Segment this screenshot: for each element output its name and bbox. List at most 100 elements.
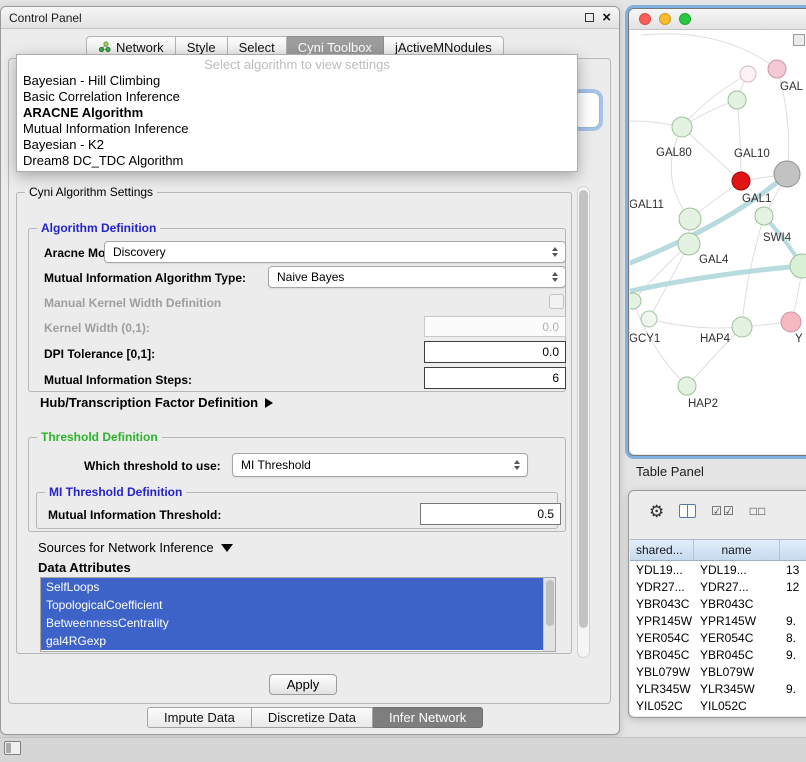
network-edge: [630, 266, 802, 291]
algorithm-option-dream8-dc-tdc-algorithm[interactable]: Dream8 DC_TDC Algorithm: [17, 153, 577, 169]
table-row[interactable]: YPR145WYPR145W9.: [630, 612, 806, 629]
data-attributes-list: SelfLoopsTopologicalCoefficientBetweenne…: [41, 578, 555, 650]
threshold-definition-title: Threshold Definition: [37, 430, 162, 444]
tab-label: Style: [187, 40, 216, 55]
network-edge: [737, 100, 741, 181]
table-cell: YDR27...: [630, 578, 694, 595]
sources-expander[interactable]: Sources for Network Inference: [38, 540, 233, 555]
algorithm-option-basic-correlation-inference[interactable]: Basic Correlation Inference: [17, 89, 577, 105]
close-traffic-light-icon[interactable]: [639, 13, 651, 25]
algorithm-option-bayesian-hill-climbing[interactable]: Bayesian - Hill Climbing: [17, 73, 577, 89]
table-row[interactable]: YDR27...YDR27...12: [630, 578, 806, 595]
table-cell: YDL19...: [630, 561, 694, 578]
attribute-item-selfloops[interactable]: SelfLoops: [41, 578, 543, 596]
table-row[interactable]: YBL079WYBL079W: [630, 663, 806, 680]
mi-algorithm-type-label: Mutual Information Algorithm Type:: [44, 271, 246, 285]
table-row[interactable]: YBR043CYBR043C: [630, 595, 806, 612]
settings-scrollbar[interactable]: [577, 186, 590, 658]
settings-scrollbar-thumb[interactable]: [579, 190, 588, 628]
network-icon: [98, 41, 111, 53]
mi-steps-input[interactable]: 6: [424, 367, 566, 389]
network-node[interactable]: [740, 66, 756, 82]
network-node[interactable]: [679, 208, 701, 230]
network-node[interactable]: [732, 317, 752, 337]
minimize-traffic-light-icon[interactable]: [659, 13, 671, 25]
table-row[interactable]: YLR345WYLR345W9.: [630, 680, 806, 697]
bottom-tab-infer-network[interactable]: Infer Network: [373, 707, 483, 728]
attributes-scrollbar[interactable]: [543, 578, 555, 651]
which-threshold-select[interactable]: MI Threshold: [232, 453, 528, 477]
table-cell: YBL079W: [694, 663, 780, 680]
network-edge: [671, 127, 690, 219]
network-node[interactable]: [630, 293, 641, 309]
network-node[interactable]: [755, 207, 773, 225]
algorithm-option-mutual-information-inference[interactable]: Mutual Information Inference: [17, 121, 577, 137]
bottom-tab-discretize-data[interactable]: Discretize Data: [252, 707, 373, 728]
network-node[interactable]: [678, 233, 700, 255]
column-header-extra[interactable]: [780, 540, 806, 560]
table-panel-window: ⚙ ☑☑ □□ shared...name YDL19...YDL19...13YD…: [628, 490, 806, 718]
aracne-mode-select[interactable]: Discovery: [104, 241, 566, 263]
dpi-tolerance-label: DPI Tolerance [0,1]:: [44, 347, 155, 361]
table-row[interactable]: YER054CYER054C8.: [630, 629, 806, 646]
zoom-traffic-light-icon[interactable]: [679, 13, 691, 25]
network-node[interactable]: [768, 60, 786, 78]
column-layout-icon[interactable]: [679, 504, 696, 518]
bottom-tab-impute-data[interactable]: Impute Data: [147, 707, 252, 728]
algorithm-option-aracne-algorithm[interactable]: ARACNE Algorithm: [17, 105, 577, 121]
apply-button[interactable]: Apply: [269, 674, 337, 695]
attribute-item-gal4rgexp[interactable]: gal4RGexp: [41, 632, 543, 650]
mi-threshold-group-title: MI Threshold Definition: [45, 485, 186, 499]
table-cell: YDR27...: [694, 578, 780, 595]
table-row[interactable]: YDL19...YDL19...13: [630, 561, 806, 578]
table-panel-title: Table Panel: [636, 464, 704, 479]
manual-kernel-width-checkbox[interactable]: [549, 294, 564, 309]
algorithm-definition-title: Algorithm Definition: [37, 221, 160, 235]
clear-all-checkboxes-icon[interactable]: □□: [750, 504, 767, 518]
attribute-item-betweennesscentrality[interactable]: BetweennessCentrality: [41, 614, 543, 632]
chevron-updown-icon: [510, 460, 524, 470]
bottom-dock-strip: [0, 737, 806, 762]
dpi-tolerance-input[interactable]: 0.0: [424, 341, 566, 363]
algorithm-popup-list: Bayesian - Hill ClimbingBasic Correlatio…: [17, 73, 577, 169]
algorithm-dropdown-popup: Select algorithm to view settings Bayesi…: [16, 54, 578, 172]
table-toolbar: ⚙ ☑☑ □□: [649, 500, 766, 522]
birdseye-toggle-icon[interactable]: [793, 34, 805, 46]
network-node[interactable]: [790, 254, 806, 278]
mi-algorithm-type-select[interactable]: Naive Bayes: [268, 266, 566, 288]
hub-definition-expander[interactable]: Hub/Transcription Factor Definition: [40, 395, 273, 410]
network-node[interactable]: [774, 161, 800, 187]
algorithm-option-bayesian-k2[interactable]: Bayesian - K2: [17, 137, 577, 153]
attributes-scrollbar-thumb[interactable]: [546, 580, 554, 626]
kernel-width-input[interactable]: 0.0: [424, 316, 566, 337]
table-cell: YPR145W: [694, 612, 780, 629]
column-header-name[interactable]: name: [694, 540, 780, 560]
kernel-width-label: Kernel Width (0,1):: [44, 321, 150, 335]
control-panel-dock-icon[interactable]: [4, 741, 21, 755]
network-canvas[interactable]: GAL80GAL10GAL11GAL1SWI4GAL4GCY1HAP4HAP2G…: [630, 30, 806, 454]
tab-label: jActiveMNodules: [395, 40, 492, 55]
select-all-checkboxes-icon[interactable]: ☑☑: [711, 504, 735, 518]
table-row[interactable]: YIL052CYIL052C: [630, 697, 806, 714]
which-threshold-value: MI Threshold: [241, 458, 510, 472]
network-node[interactable]: [781, 312, 801, 332]
network-edge: [649, 319, 742, 328]
network-node[interactable]: [732, 172, 750, 190]
column-header-shared[interactable]: shared...: [630, 540, 694, 560]
network-node[interactable]: [641, 311, 657, 327]
window-title: Control Panel: [9, 11, 82, 25]
close-icon[interactable]: ×: [602, 12, 611, 24]
table-row[interactable]: YBR045CYBR045C9.: [630, 646, 806, 663]
dpi-tolerance-value: 0.0: [542, 345, 559, 359]
float-window-icon[interactable]: [585, 13, 594, 22]
network-node[interactable]: [678, 377, 696, 395]
network-node[interactable]: [728, 91, 746, 109]
table-cell: YBR045C: [630, 646, 694, 663]
network-node[interactable]: [672, 117, 692, 137]
attribute-item-topologicalcoefficient[interactable]: TopologicalCoefficient: [41, 596, 543, 614]
tab-label: Network: [116, 40, 164, 55]
mi-threshold-label: Mutual Information Threshold:: [48, 508, 221, 522]
mi-threshold-input[interactable]: 0.5: [420, 503, 561, 525]
table-cell: [780, 663, 806, 680]
settings-gear-icon[interactable]: ⚙: [649, 503, 664, 520]
